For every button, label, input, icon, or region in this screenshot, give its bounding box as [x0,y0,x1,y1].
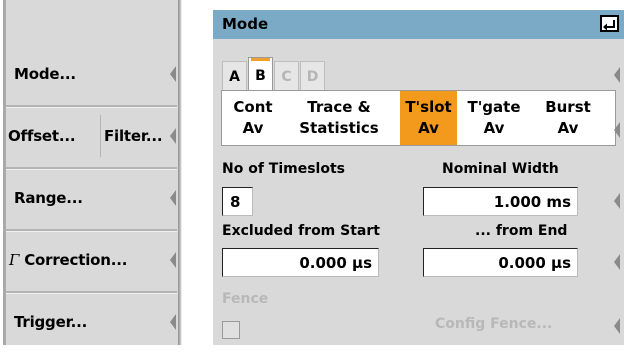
nominal-width-arrow-icon [614,193,620,209]
nominal-width-field[interactable]: 1.000 ms [423,187,578,216]
mode-option-cont-av[interactable]: Cont Av [224,91,282,145]
range-softkey[interactable]: Range... [6,167,177,229]
fence-checkbox [222,321,240,339]
excluded-end-arrow-icon [614,254,620,270]
enter-key-icon[interactable] [600,15,619,32]
tab-c: C [274,61,299,90]
mode-softkey-label: Mode... [14,65,76,83]
correction-text: Correction... [24,251,128,269]
mode-dialog: Mode A B C D Cont Av Trace & Statistics … [213,10,624,345]
dialog-title: Mode [222,15,269,33]
mode-line2: Av [483,119,505,137]
mode-line2: Av [418,119,439,137]
softkey-panel: Mode... Offset... Filter... Range... Γ C… [3,0,182,345]
enter-arrow-glyph [603,20,615,31]
mode-option-tgate-av[interactable]: T'gate Av [459,91,529,145]
softkey-arrow-icon [170,190,176,206]
gamma-symbol: Γ [9,251,20,269]
softkey-arrow-icon [170,128,176,144]
offset-filter-softkey: Offset... Filter... [6,105,177,167]
softkey-arrow-icon [170,252,176,268]
mode-line1: T'gate [467,98,521,116]
trigger-softkey[interactable]: Trigger... [6,291,177,353]
tab-a[interactable]: A [222,61,247,90]
correction-softkey-label: Γ Correction... [9,229,127,291]
modes-arrow-icon [614,122,620,138]
tab-b[interactable]: B [248,57,273,90]
mode-line1: Burst [545,98,591,116]
correction-softkey[interactable]: Γ Correction... [6,229,177,291]
mode-line1: Cont [233,98,273,116]
config-fence-button: Config Fence... [435,316,553,332]
mode-option-burst-av[interactable]: Burst Av [532,91,604,145]
offset-softkey-label[interactable]: Offset... [8,105,76,167]
softkey-arrow-icon [170,66,176,82]
mode-line2: Av [242,119,264,137]
excluded-start-field[interactable]: 0.000 µs [222,248,379,277]
excluded-end-label: ... from End [475,223,568,239]
timeslots-label: No of Timeslots [222,161,345,177]
timeslots-field[interactable]: 8 [222,187,253,216]
mode-line1: T'slot [405,98,452,116]
mode-option-tslot-av[interactable]: T'slot Av [400,91,457,145]
fence-label: Fence [222,291,269,307]
mode-line1: Trace & [307,98,371,116]
tab-d: D [300,61,325,90]
excluded-start-label: Excluded from Start [222,223,380,239]
mode-option-trace-statistics[interactable]: Trace & Statistics [282,91,396,145]
dialog-titlebar: Mode [213,10,624,39]
mode-selector: Cont Av Trace & Statistics T'slot Av T'g… [221,90,616,146]
trigger-softkey-label: Trigger... [14,313,88,331]
mode-line2: Statistics [299,119,379,137]
config-fence-arrow-icon [614,318,620,334]
excluded-end-field[interactable]: 0.000 µs [423,248,578,277]
softkey-split-divider [100,115,101,157]
mode-line2: Av [557,119,579,137]
filter-softkey-label[interactable]: Filter... [104,105,163,167]
softkey-arrow-icon [170,314,176,330]
tabs-arrow-icon [614,67,620,83]
range-softkey-label: Range... [14,189,83,207]
panel-right-edge [178,0,182,345]
mode-softkey[interactable]: Mode... [6,43,177,105]
nominal-width-label: Nominal Width [442,161,559,177]
